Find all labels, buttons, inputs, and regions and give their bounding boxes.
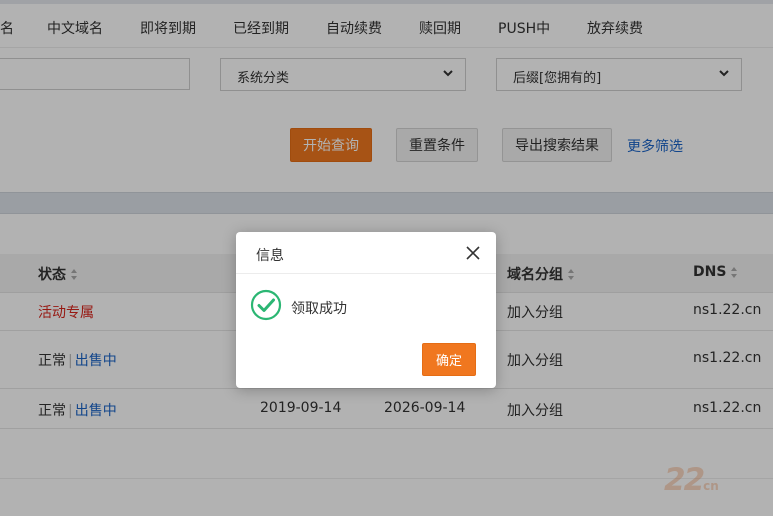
dialog-divider — [236, 273, 496, 274]
close-icon[interactable] — [466, 246, 480, 260]
info-dialog: 信息 领取成功 确定 — [236, 232, 496, 388]
success-check-icon — [250, 289, 282, 321]
dialog-message: 领取成功 — [291, 301, 347, 317]
ok-button[interactable]: 确定 — [422, 343, 476, 376]
dialog-title: 信息 — [256, 248, 284, 264]
